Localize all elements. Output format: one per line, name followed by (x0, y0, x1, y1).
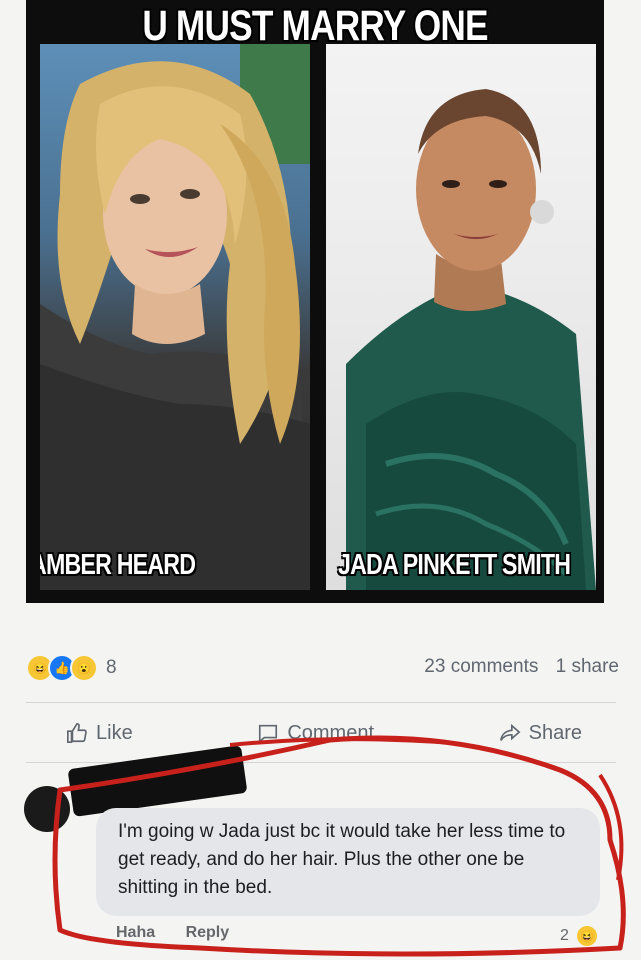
thumbs-up-icon (67, 723, 87, 743)
like-label: Like (96, 721, 133, 744)
post-actions: Like Comment Share (26, 712, 616, 754)
right-caption: JADA PINKETT SMITH (338, 549, 571, 581)
comment-icon (259, 724, 278, 743)
redacted-name-scribble (67, 745, 248, 817)
share-arrow-icon (499, 723, 521, 741)
comment-button[interactable]: Comment (257, 722, 374, 745)
comment-actions: Haha Reply (116, 924, 255, 942)
avatar[interactable] (24, 786, 70, 832)
comment-label: Comment (287, 721, 375, 744)
comment-bubble: I'm going w Jada just bc it would take h… (96, 808, 600, 916)
reactions-summary[interactable]: 😆 👍 😮 8 (26, 652, 117, 684)
wow-icon: 😮 (70, 654, 98, 682)
left-caption: AMBER HEARD (40, 549, 196, 581)
comments-count-link[interactable]: 23 comments (424, 656, 538, 677)
haha-reaction-link[interactable]: Haha (116, 924, 155, 941)
shares-count-link[interactable]: 1 share (556, 656, 619, 677)
like-button[interactable]: Like (66, 722, 133, 745)
comment-reaction-summary[interactable]: 2 😆 (560, 924, 599, 948)
reaction-count: 8 (106, 657, 117, 678)
reply-link[interactable]: Reply (186, 924, 230, 941)
meme-image: U MUST MARRY ONE AMBER HEARD JADA PINKET… (26, 0, 604, 603)
share-label: Share (528, 721, 582, 744)
divider (26, 702, 616, 703)
comment-reaction-count: 2 (560, 927, 569, 944)
comment-text: I'm going w Jada just bc it would take h… (118, 821, 566, 898)
photo-left: AMBER HEARD (40, 44, 310, 590)
photo-right: JADA PINKETT SMITH (326, 44, 596, 590)
post-counts: 23 comments 1 share (412, 656, 619, 678)
haha-icon: 😆 (574, 924, 599, 948)
share-button[interactable]: Share (499, 722, 582, 745)
